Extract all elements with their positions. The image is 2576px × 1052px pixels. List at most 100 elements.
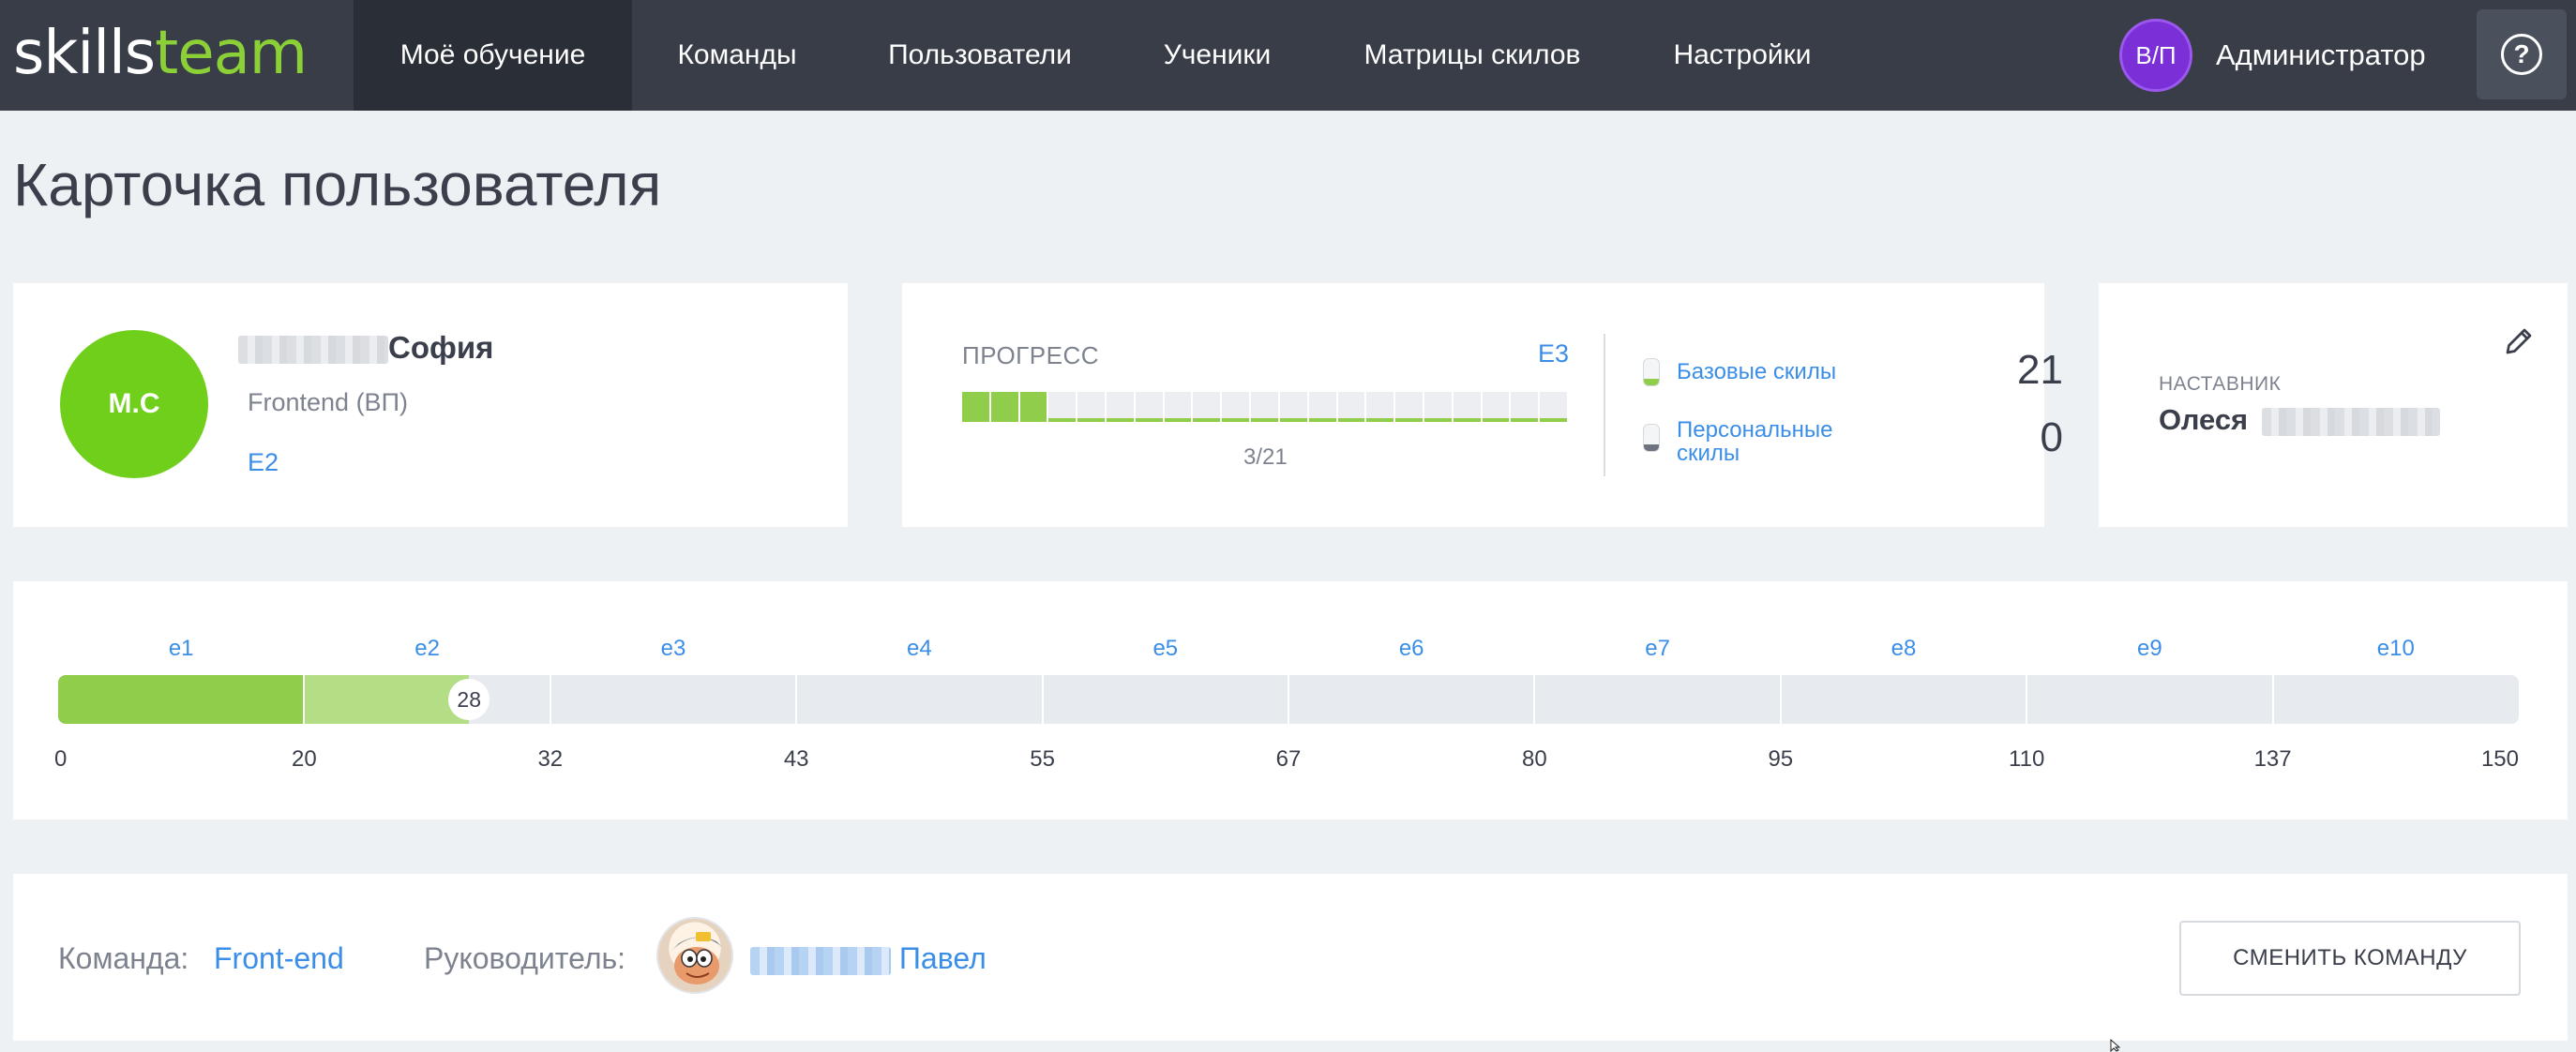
progress-segment (1279, 392, 1307, 422)
progress-segment-bar (962, 392, 1567, 422)
personal-skills-icon (1643, 424, 1660, 452)
level-label-e4[interactable]: e4 (891, 636, 947, 662)
nav-item-students[interactable]: Ученики (1142, 0, 1292, 111)
nav-item-my-learning[interactable]: Моё обучение (354, 0, 632, 111)
logo-text-skills: skills (13, 19, 156, 88)
redacted-surname (750, 946, 891, 975)
progress-segment (1135, 392, 1163, 422)
level-label-e9[interactable]: e9 (2121, 636, 2177, 662)
level-label-e5[interactable]: e5 (1137, 636, 1194, 662)
nav-item-teams[interactable]: Команды (654, 0, 821, 111)
level-threshold: 43 (783, 746, 809, 772)
team-name-link[interactable]: Front-end (214, 941, 344, 976)
personal-skills-count: 0 (2040, 414, 2063, 460)
help-button[interactable]: ? (2477, 9, 2567, 99)
user-avatar[interactable]: В/П (2119, 19, 2192, 92)
mentor-full-name: Олеся (2159, 403, 2440, 437)
base-skills-link[interactable]: Базовые скилы (1677, 360, 1836, 383)
app-logo[interactable]: skillsteam (13, 19, 308, 88)
mentor-first-name: Олеся (2159, 403, 2249, 436)
personal-skills-link[interactable]: Персональные скилы (1677, 418, 1845, 465)
profile-card: М.С София Frontend (ВП) E2 (13, 283, 848, 527)
progress-segment (990, 392, 1018, 422)
nav-item-skill-matrices[interactable]: Матрицы скилов (1350, 0, 1594, 111)
progress-segment (1540, 392, 1567, 422)
profile-role: Frontend (ВП) (248, 388, 408, 416)
change-team-button[interactable]: СМЕНИТЬ КОМАНДУ (2179, 921, 2521, 996)
level-separator (1288, 675, 1289, 724)
mouse-cursor-icon (2110, 1039, 2121, 1052)
level-threshold: 95 (1768, 746, 1794, 772)
team-label: Команда: (58, 941, 189, 975)
mentor-card: НАСТАВНИК Олеся (2099, 283, 2568, 527)
progress-segment (1308, 392, 1336, 422)
lead-full-name-link[interactable]: Павел (750, 941, 987, 976)
level-separator (1533, 675, 1536, 724)
lead-avatar[interactable] (656, 917, 733, 994)
question-circle-icon: ? (2501, 34, 2542, 75)
level-separator (795, 675, 798, 724)
level-label-e3[interactable]: e3 (645, 636, 701, 662)
nav-item-users[interactable]: Пользователи (867, 0, 1092, 111)
progress-segment (1511, 392, 1539, 422)
redacted-surname (238, 336, 388, 365)
level-label-e6[interactable]: e6 (1383, 636, 1439, 662)
progress-segment (1164, 392, 1192, 422)
level-separator (303, 675, 306, 724)
progress-segment (1222, 392, 1250, 422)
level-threshold: 67 (1275, 746, 1302, 772)
pencil-icon[interactable] (2502, 324, 2536, 358)
level-label-e10[interactable]: e10 (2368, 636, 2424, 662)
profile-first-name: София (388, 330, 494, 365)
team-card: Команда: Front-end Руководитель: Павел С… (13, 874, 2568, 1041)
progress-segment (1077, 392, 1106, 422)
progress-segment (1366, 392, 1394, 422)
lead-avatar-picture (671, 932, 722, 984)
level-label-e2[interactable]: e2 (399, 636, 456, 662)
level-scale-card: e1 e2 e3 e4 e5 e6 e7 e8 e9 e10 28 0 20 32 43 55 67 80 95… (13, 581, 2568, 819)
base-skills-icon (1643, 358, 1660, 386)
level-fill-current (304, 675, 470, 724)
progress-segment (1482, 392, 1510, 422)
progress-card: ПРОГРЕСС E3 3/21 Базовые скилы 21 Персон… (902, 283, 2063, 527)
progress-segment (1193, 392, 1221, 422)
progress-segment (1048, 392, 1077, 422)
level-label-e8[interactable]: e8 (1876, 636, 1932, 662)
progress-segment (1019, 392, 1047, 422)
divider (1604, 334, 1605, 476)
progress-segment (1107, 392, 1134, 422)
progress-segment (1395, 392, 1423, 422)
logo-text-team: team (155, 19, 308, 88)
level-threshold: 137 (2253, 746, 2292, 772)
redacted-surname (2261, 407, 2440, 436)
lead-label: Руководитель: (424, 941, 626, 975)
progress-target-level[interactable]: E3 (1538, 339, 1569, 368)
level-threshold: 20 (292, 746, 317, 772)
top-navbar: skillsteam Моё обучение Команды Пользова… (0, 0, 2576, 111)
progress-count: 3/21 (1243, 444, 1288, 470)
progress-label: ПРОГРЕСС (962, 341, 1099, 369)
progress-segment (962, 392, 989, 422)
progress-segment (1337, 392, 1365, 422)
mentor-label: НАСТАВНИК (2159, 373, 2282, 395)
level-separator (1779, 675, 1782, 724)
level-separator (2271, 675, 2274, 724)
page-title: Карточка пользователя (13, 151, 662, 218)
level-label-e7[interactable]: e7 (1630, 636, 1686, 662)
profile-level-link[interactable]: E2 (248, 448, 279, 477)
lead-first-name: Павел (898, 941, 987, 975)
profile-avatar: М.С (60, 330, 208, 478)
level-label-e1[interactable]: e1 (153, 636, 209, 662)
profile-full-name: София (238, 330, 493, 366)
current-points-badge: 28 (448, 679, 490, 720)
progress-segment (1251, 392, 1278, 422)
level-separator (2026, 675, 2028, 724)
base-skills-count: 21 (2017, 347, 2063, 393)
level-separator (1041, 675, 1044, 724)
nav-item-settings[interactable]: Настройки (1660, 0, 1825, 111)
user-name[interactable]: Администратор (2216, 0, 2426, 111)
progress-segment (1453, 392, 1481, 422)
level-separator (549, 675, 551, 724)
progress-segment (1424, 392, 1452, 422)
level-progress-track (58, 675, 2519, 724)
